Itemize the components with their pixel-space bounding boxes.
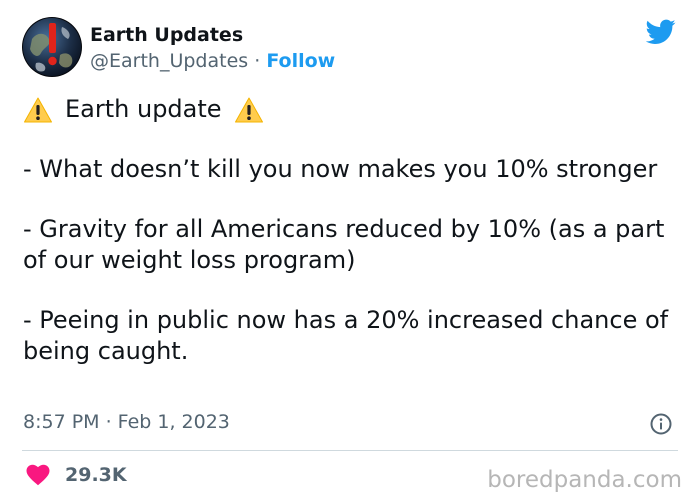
avatar[interactable] (22, 17, 82, 77)
warning-icon (24, 97, 52, 122)
tweet-headline: Earth update (23, 94, 673, 125)
twitter-bird-icon[interactable] (646, 19, 676, 45)
author-handle[interactable]: @Earth_Updates (90, 50, 248, 72)
warning-icon (234, 97, 263, 122)
tweet-text: Earth update - What doesn’t kill you now… (23, 94, 673, 367)
author-handle-row: @Earth_Updates · Follow (90, 49, 335, 73)
author-block: Earth Updates @Earth_Updates · Follow (90, 23, 335, 73)
watermark: boredpanda.com (487, 467, 682, 493)
earth-avatar-icon (22, 17, 82, 77)
tweet-timestamp[interactable]: 8:57 PM · Feb 1, 2023 (23, 410, 230, 434)
tweet-paragraph: - Gravity for all Americans reduced by 1… (23, 215, 665, 274)
like-count: 29.3K (65, 464, 127, 486)
tweet-paragraph: - What doesn’t kill you now makes you 10… (23, 155, 658, 183)
separator-dot: · (254, 50, 261, 72)
tweet-card: Earth Updates @Earth_Updates · Follow Ea… (0, 0, 700, 502)
heart-icon[interactable] (26, 464, 50, 486)
divider (22, 450, 678, 451)
info-icon[interactable] (649, 412, 673, 436)
headline-text: Earth update (65, 95, 222, 123)
like-action[interactable]: 29.3K (26, 463, 127, 487)
author-display-name[interactable]: Earth Updates (90, 23, 335, 47)
follow-button[interactable]: Follow (266, 50, 335, 72)
tweet-paragraph: - Peeing in public now has a 20% increas… (23, 306, 669, 365)
